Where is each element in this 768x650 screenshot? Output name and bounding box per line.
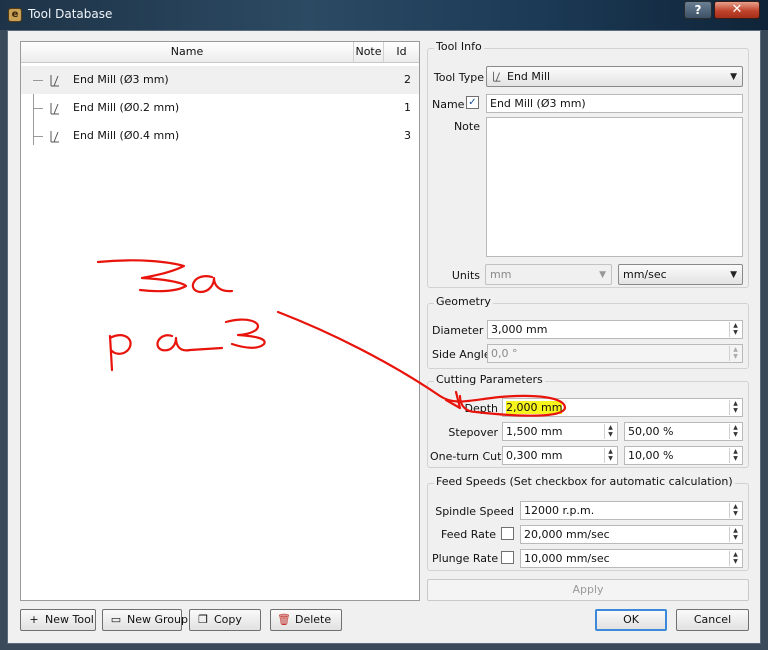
annotation-strokes [96,259,567,417]
red-annotation-drawing [96,259,567,417]
scribble-letter [191,275,234,294]
arrow-line [276,310,567,417]
scribble-letter [108,334,132,372]
scribble-letter [156,334,224,352]
scribble-letter [224,318,266,349]
scribble-letter [96,259,188,293]
